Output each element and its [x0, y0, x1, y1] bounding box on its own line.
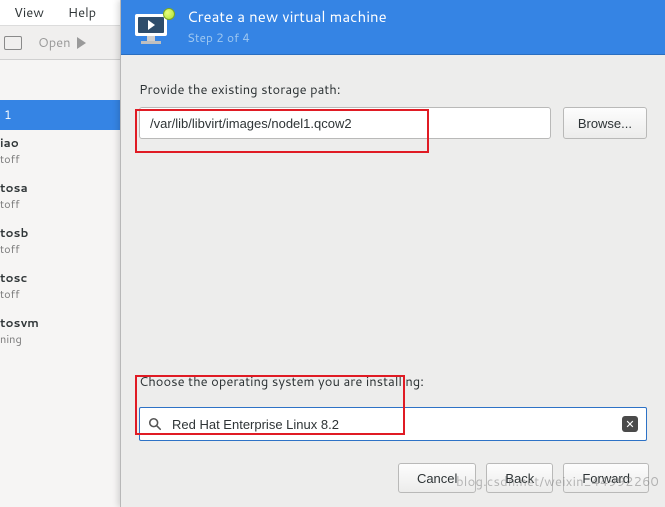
- dialog-body: Provide the existing storage path: Brows…: [121, 55, 665, 451]
- vm-name: tosa: [0, 179, 120, 196]
- vm-state: ning: [0, 331, 120, 347]
- os-search-input[interactable]: [170, 416, 614, 433]
- dialog-title: Create a new virtual machine: [187, 6, 387, 27]
- list-item[interactable]: iao toff: [0, 130, 120, 175]
- browse-button[interactable]: Browse...: [563, 107, 647, 139]
- list-item[interactable]: tosc toff: [0, 265, 120, 310]
- list-item[interactable]: tosa toff: [0, 175, 120, 220]
- vm-name: tosvm: [0, 314, 120, 331]
- cancel-button[interactable]: Cancel: [398, 463, 476, 493]
- forward-button[interactable]: Forward: [563, 463, 649, 493]
- back-button[interactable]: Back: [486, 463, 553, 493]
- vm-wizard-icon: [133, 10, 173, 42]
- open-label: Open: [38, 34, 71, 52]
- storage-path-label: Provide the existing storage path:: [139, 81, 647, 99]
- clear-icon[interactable]: ✕: [622, 416, 638, 432]
- open-button[interactable]: Open: [28, 30, 96, 56]
- search-icon: [148, 417, 162, 431]
- list-item[interactable]: tosvm ning: [0, 310, 120, 355]
- vm-state: toff: [0, 151, 120, 167]
- vm-state: toff: [0, 241, 120, 257]
- vm-state: toff: [0, 196, 120, 212]
- vm-name: iao: [0, 134, 120, 151]
- monitor-icon: [4, 36, 22, 50]
- os-label: Choose the operating system you are inst…: [139, 373, 647, 391]
- vm-selected-label: 1: [4, 106, 12, 123]
- menu-view[interactable]: View: [6, 1, 52, 25]
- storage-path-input[interactable]: [139, 107, 551, 139]
- dialog-step: Step 2 of 4: [187, 29, 387, 46]
- dialog-header: Create a new virtual machine Step 2 of 4: [121, 0, 665, 55]
- vm-state: toff: [0, 286, 120, 302]
- vm-list-selected-row[interactable]: 1: [0, 100, 120, 130]
- os-search-field[interactable]: ✕: [139, 407, 647, 441]
- vm-name: tosc: [0, 269, 120, 286]
- list-item[interactable]: tosb toff: [0, 220, 120, 265]
- play-icon: [77, 37, 86, 49]
- dialog-footer: Cancel Back Forward: [121, 451, 665, 507]
- vm-name: tosb: [0, 224, 120, 241]
- create-vm-dialog: Create a new virtual machine Step 2 of 4…: [120, 0, 665, 507]
- menu-help[interactable]: Help: [60, 1, 104, 25]
